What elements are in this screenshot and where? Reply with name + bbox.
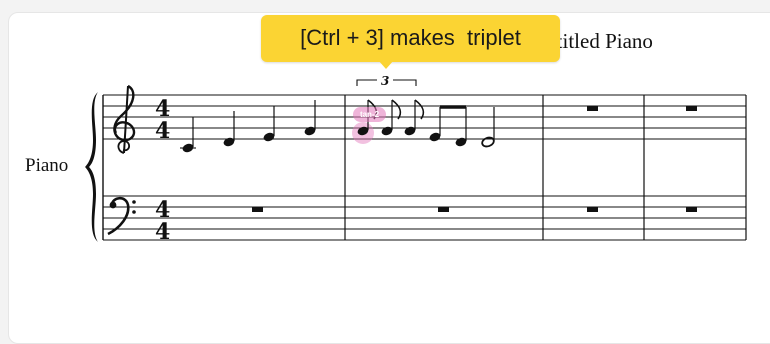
grand-staff-brace [85, 92, 98, 242]
note[interactable] [481, 136, 495, 148]
rest [587, 207, 598, 212]
tooltip-text: [Ctrl + 3] makes triplet [300, 25, 521, 50]
tooltip-arrow [378, 60, 394, 69]
rest [587, 106, 598, 111]
measure-1-treble-notes[interactable] [180, 100, 317, 154]
collaborator-cursor-badge: tan-2 [353, 107, 386, 122]
bass-staff-lines [103, 195, 746, 241]
triplet-number: 3 [381, 74, 389, 88]
rest [438, 207, 449, 212]
rest [252, 207, 263, 212]
treble-staff-lines [103, 94, 746, 140]
shortcut-tooltip: [Ctrl + 3] makes triplet [261, 15, 560, 62]
rest [686, 106, 697, 111]
bass-time-sig-bottom: 4 [155, 219, 170, 245]
rest [686, 207, 697, 212]
treble-clef-icon [113, 84, 136, 154]
treble-time-sig-bottom: 4 [155, 118, 170, 144]
